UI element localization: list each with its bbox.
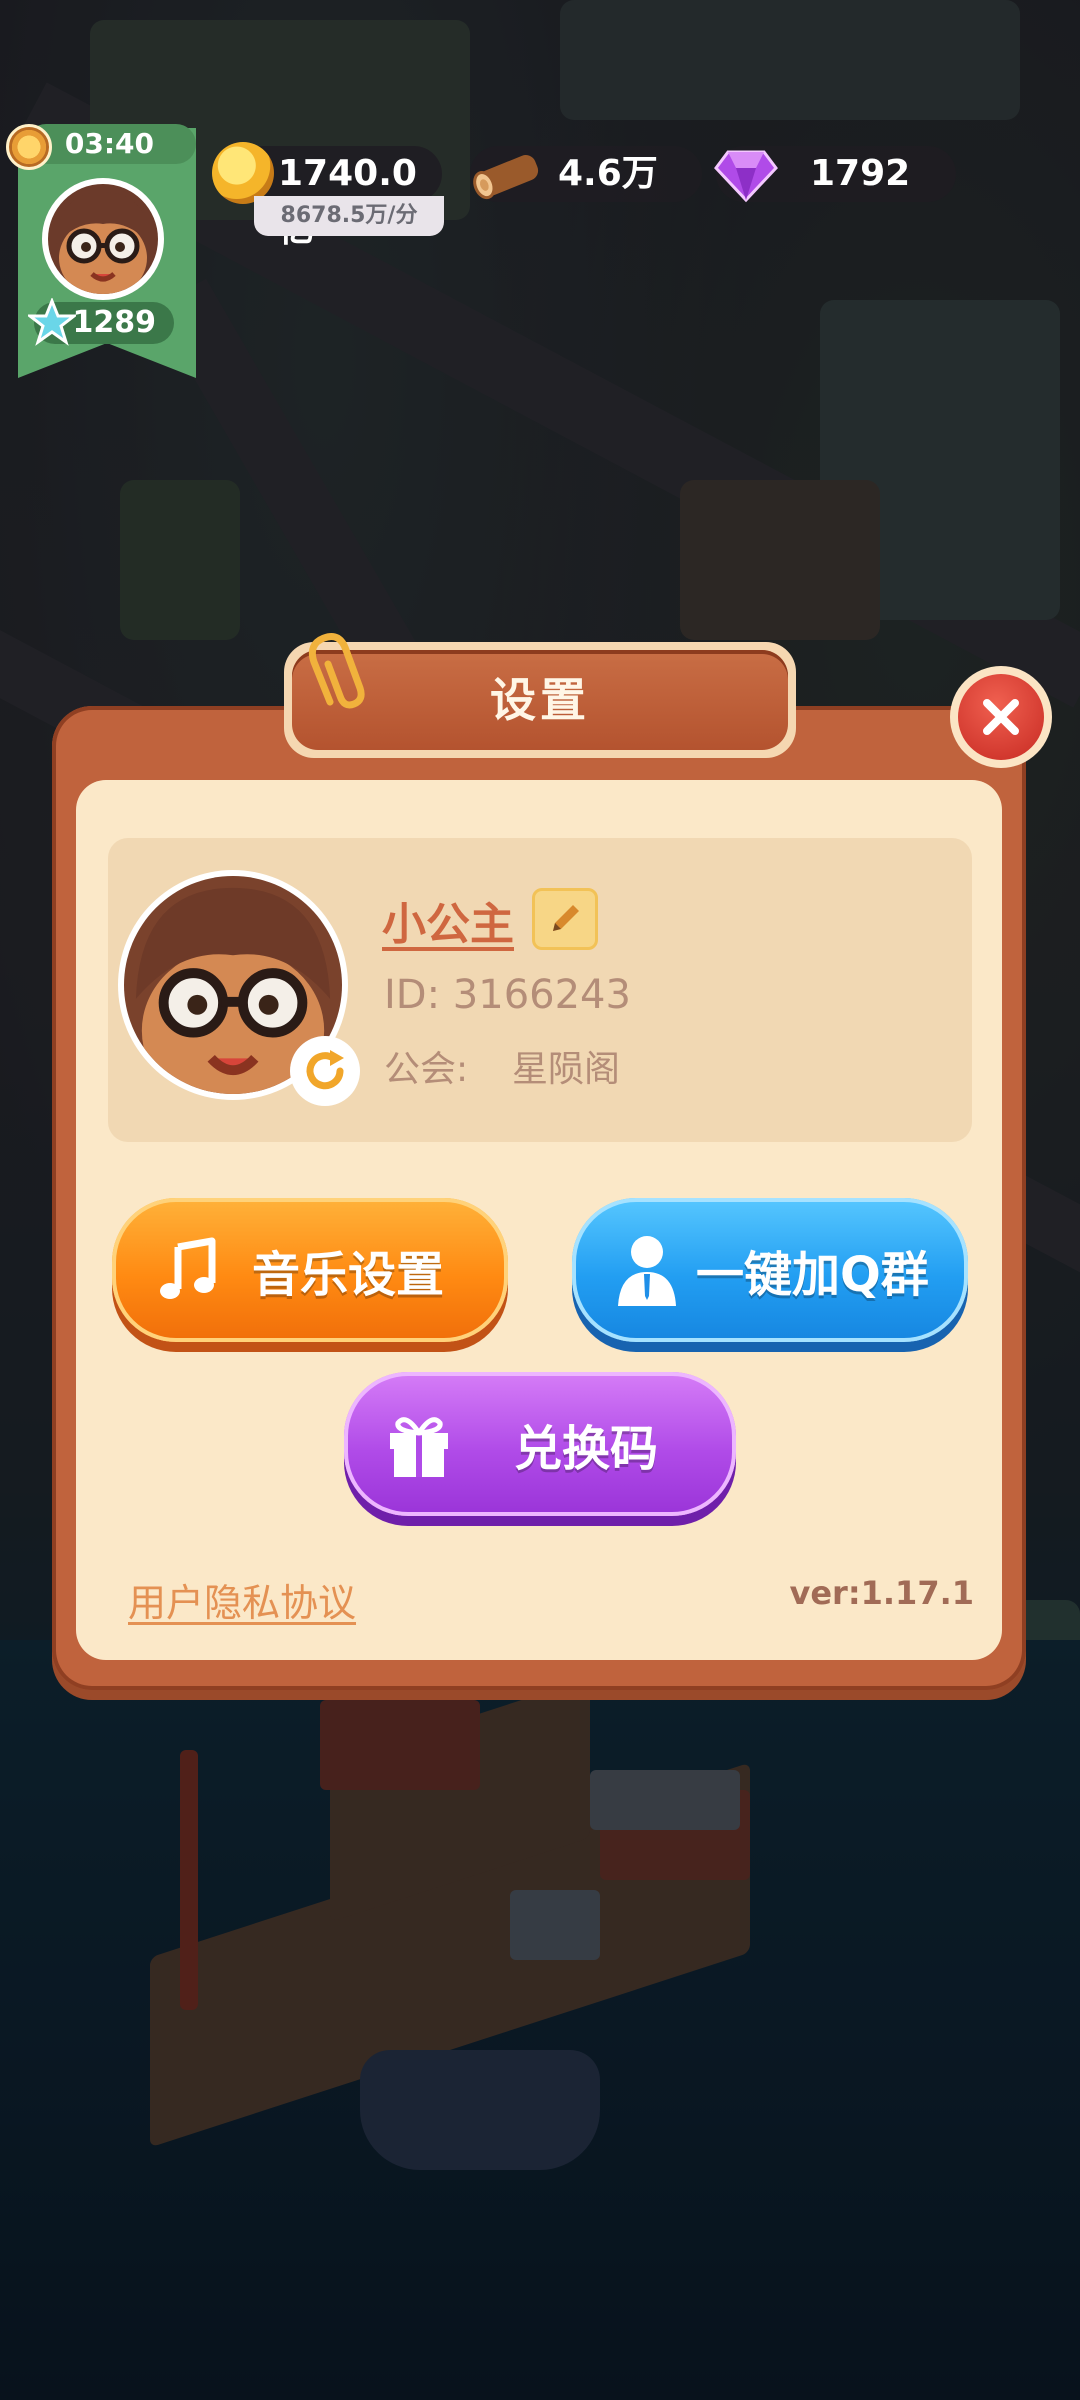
version-label: ver:1.17.1	[789, 1574, 974, 1612]
gem-icon	[714, 150, 778, 203]
redeem-code-label: 兑换码	[514, 1421, 659, 1477]
paperclip-icon	[308, 633, 365, 709]
avatar-face-icon	[48, 184, 158, 294]
player-name: 小公主	[382, 899, 514, 950]
coin-rate: 8678.5万/分	[254, 196, 444, 236]
guild-label: 公会:	[384, 1049, 469, 1090]
sun-icon	[6, 124, 52, 170]
player-id: ID: 3166243	[384, 972, 631, 1018]
guild-name: 星陨阁	[512, 1049, 621, 1090]
close-icon	[983, 699, 1019, 735]
music-settings-button[interactable]: 音乐设置	[112, 1198, 508, 1342]
coin-icon	[212, 142, 274, 204]
level-star-icon	[28, 298, 76, 346]
wood-log-icon	[473, 155, 539, 200]
close-button[interactable]	[950, 666, 1052, 768]
gift-icon	[390, 1417, 448, 1477]
music-note-icon	[160, 1237, 216, 1299]
pencil-icon	[553, 905, 579, 931]
refresh-icon	[306, 1050, 344, 1090]
player-avatar[interactable]	[42, 178, 164, 300]
privacy-policy-link[interactable]: 用户隐私协议	[128, 1572, 356, 1627]
edit-name-button[interactable]	[532, 888, 598, 950]
change-avatar-button[interactable]	[290, 1036, 360, 1106]
join-qq-group-button[interactable]: 一键加Q群	[572, 1198, 968, 1342]
redeem-code-button[interactable]: 兑换码	[344, 1372, 736, 1516]
user-icon	[618, 1236, 676, 1306]
music-settings-label: 音乐设置	[252, 1247, 445, 1303]
join-qq-group-label: 一键加Q群	[696, 1247, 929, 1303]
